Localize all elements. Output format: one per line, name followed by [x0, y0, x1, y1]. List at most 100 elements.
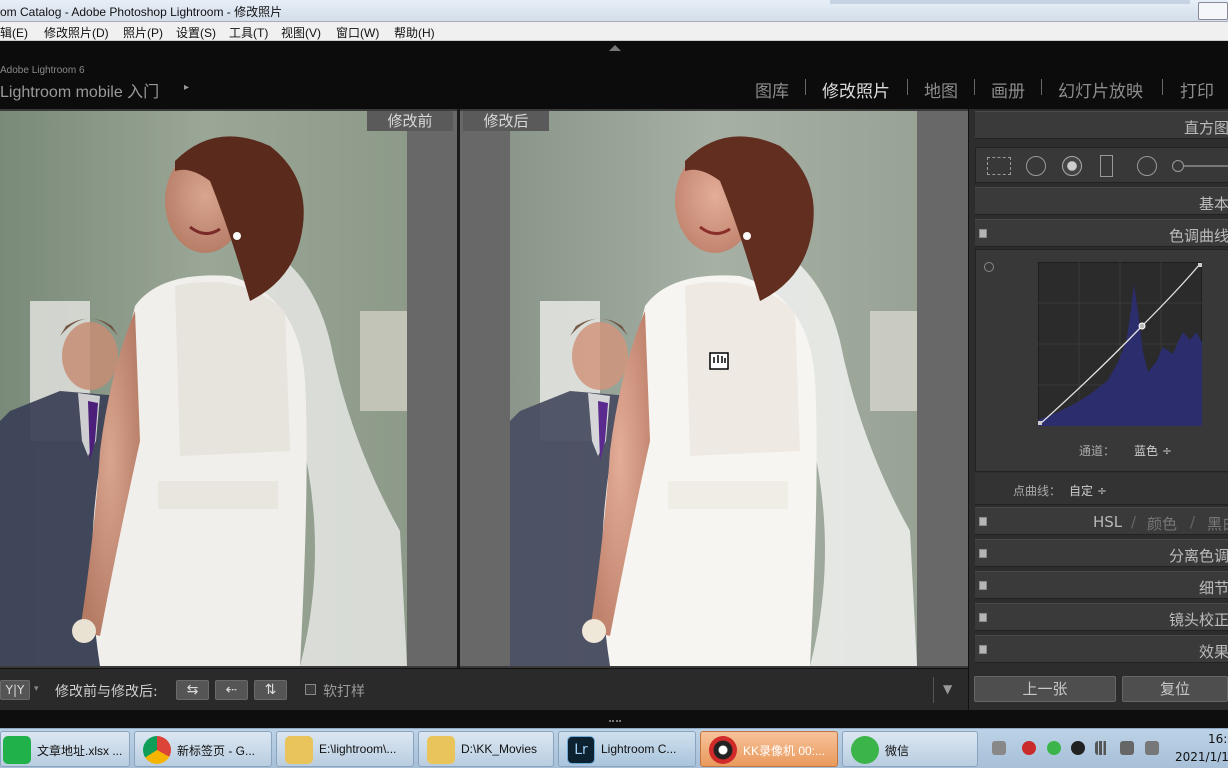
hsl-header[interactable]: HSL / 颜色 / 黑白	[975, 507, 1228, 535]
menu-photo[interactable]: 照片(P)	[123, 24, 163, 41]
clock-time[interactable]: 16:	[1208, 732, 1227, 746]
module-separator	[805, 79, 806, 95]
previous-button[interactable]: 上一张	[974, 676, 1116, 702]
after-letterbox-right	[917, 111, 968, 666]
detail-header[interactable]: 细节	[975, 571, 1228, 599]
taskbar-item-label: D:\KK_Movies	[461, 742, 538, 756]
volume-tray-icon[interactable]	[1145, 741, 1159, 755]
mobile-getting-started-link[interactable]: Lightroom mobile 入门	[0, 78, 159, 102]
taskbar-item-kk-recorder[interactable]: KK录像机 00:...	[700, 731, 838, 767]
panel-toggle-icon[interactable]	[979, 645, 987, 654]
before-photo[interactable]	[0, 111, 407, 666]
play-arrow-icon[interactable]: ▸	[184, 82, 189, 93]
effects-label: 效果	[1198, 643, 1228, 661]
red-eye-icon[interactable]	[1062, 156, 1082, 176]
split-toning-header[interactable]: 分离色调	[975, 539, 1228, 567]
histogram-header[interactable]: 直方图	[975, 111, 1228, 139]
filmstrip-collapse-bar[interactable]	[0, 710, 1228, 728]
kk-recorder-icon	[709, 736, 737, 764]
taskbar-item-label: 微信	[885, 744, 910, 758]
clock-date[interactable]: 2021/1/1	[1175, 750, 1228, 764]
lens-corrections-header[interactable]: 镜头校正	[975, 603, 1228, 631]
menu-develop[interactable]: 修改照片(D)	[44, 24, 109, 41]
taskbar-item-wechat[interactable]: 微信	[842, 731, 978, 767]
view-mode-button[interactable]: Y|Y	[0, 680, 30, 700]
qq-tray-icon[interactable]	[1071, 741, 1085, 755]
color-tab[interactable]: 颜色	[1147, 513, 1177, 534]
tone-curve-header[interactable]: 色调曲线	[975, 219, 1228, 247]
wechat-tray-icon[interactable]	[1047, 741, 1061, 755]
module-separator	[1041, 79, 1042, 95]
menu-help[interactable]: 帮助(H)	[394, 24, 435, 41]
soft-proof-checkbox[interactable]	[305, 684, 316, 695]
windows-taskbar: 文章地址.xlsx ... 新标签页 - G... E:\lightroom\.…	[0, 728, 1228, 768]
menu-window[interactable]: 窗口(W)	[336, 24, 379, 41]
point-curve-select[interactable]: 自定 ÷	[1069, 482, 1107, 499]
module-develop[interactable]: 修改照片	[822, 77, 890, 102]
taskbar-item-lightroom[interactable]: Lr Lightroom C...	[558, 731, 696, 767]
module-book[interactable]: 画册	[991, 77, 1025, 102]
menu-tools[interactable]: 工具(T)	[229, 24, 268, 41]
panel-toggle-icon[interactable]	[979, 613, 987, 622]
device-tray-icon[interactable]	[1120, 741, 1134, 755]
taskbar-item-label: 新标签页 - G...	[177, 744, 256, 758]
crop-tool-icon[interactable]	[987, 157, 1011, 175]
bw-tab[interactable]: 黑白	[1207, 513, 1228, 534]
menu-settings[interactable]: 设置(S)	[176, 24, 216, 41]
basic-header[interactable]: 基本	[975, 187, 1228, 215]
minimize-button[interactable]	[1198, 2, 1228, 20]
taskbar-item-chrome[interactable]: 新标签页 - G...	[134, 731, 272, 767]
graduated-filter-icon[interactable]	[1100, 155, 1113, 177]
tone-curve-graph[interactable]	[1038, 262, 1202, 426]
swap-settings-button[interactable]: ⇆	[176, 680, 209, 700]
target-adjust-icon[interactable]	[984, 262, 994, 272]
copy-settings-button[interactable]: ⇠	[215, 680, 248, 700]
module-print[interactable]: 打印	[1180, 77, 1214, 102]
panel-toggle-icon[interactable]	[979, 517, 987, 526]
detail-label: 细节	[1198, 579, 1228, 597]
module-header: Adobe Lightroom 6 Lightroom mobile 入门 ▸ …	[0, 41, 1228, 109]
lightroom-app-icon: Lr	[567, 736, 595, 764]
spot-removal-icon[interactable]	[1026, 156, 1046, 176]
hsl-tab[interactable]: HSL	[1093, 513, 1122, 531]
menu-edit[interactable]: 辑(E)	[0, 24, 28, 41]
after-letterbox-left	[460, 111, 510, 666]
chrome-icon	[143, 736, 171, 764]
spreadsheet-app-icon	[3, 736, 31, 764]
title-bar-blank	[830, 0, 1190, 4]
compare-view: 修改前 修改后	[0, 109, 968, 668]
taskbar-item-folder-lightroom[interactable]: E:\lightroom\...	[276, 731, 414, 767]
effects-header[interactable]: 效果	[975, 635, 1228, 663]
window-title: om Catalog - Adobe Photoshop Lightroom -…	[0, 5, 283, 19]
after-photo[interactable]	[510, 111, 917, 666]
menu-view[interactable]: 视图(V)	[281, 24, 321, 41]
toolbar-divider	[933, 677, 934, 703]
reset-button[interactable]: 复位	[1122, 676, 1228, 702]
taskbar-item-excel[interactable]: 文章地址.xlsx ...	[0, 731, 130, 767]
panel-toggle-icon[interactable]	[979, 549, 987, 558]
recorder-tray-icon[interactable]	[1022, 741, 1036, 755]
develop-right-panel: 直方图 基本 色调曲线 通道： 蓝色 ÷ 点曲线： 自定 ÷ HSL / 颜色 …	[968, 109, 1228, 710]
taskbar-item-folder-kk[interactable]: D:\KK_Movies	[418, 731, 554, 767]
module-library[interactable]: 图库	[755, 77, 789, 102]
panel-toggle-icon[interactable]	[979, 229, 987, 238]
channel-select[interactable]: 蓝色 ÷	[1134, 442, 1172, 459]
taskbar-item-label: Lightroom C...	[601, 742, 677, 756]
filmstrip-grip-icon[interactable]	[609, 716, 621, 722]
network-tray-icon[interactable]	[1095, 741, 1109, 755]
brush-size-track[interactable]	[1184, 165, 1228, 167]
adjustment-brush-icon[interactable]	[1172, 160, 1184, 172]
channel-label: 通道：	[1079, 444, 1116, 458]
wechat-icon	[851, 736, 879, 764]
view-mode-dropdown-icon[interactable]: ▾	[34, 684, 39, 694]
radial-filter-icon[interactable]	[1137, 156, 1157, 176]
module-slideshow[interactable]: 幻灯片放映	[1058, 77, 1143, 102]
basic-label: 基本	[1198, 195, 1228, 213]
collapse-top-panel-icon[interactable]	[609, 45, 621, 51]
panel-toggle-icon[interactable]	[979, 581, 987, 590]
before-label: 修改前	[367, 111, 453, 131]
toolbar-menu-icon[interactable]: ▼	[943, 682, 952, 696]
swap-before-after-button[interactable]: ⇅	[254, 680, 287, 700]
keyboard-tray-icon[interactable]	[992, 741, 1006, 755]
module-map[interactable]: 地图	[924, 77, 958, 102]
